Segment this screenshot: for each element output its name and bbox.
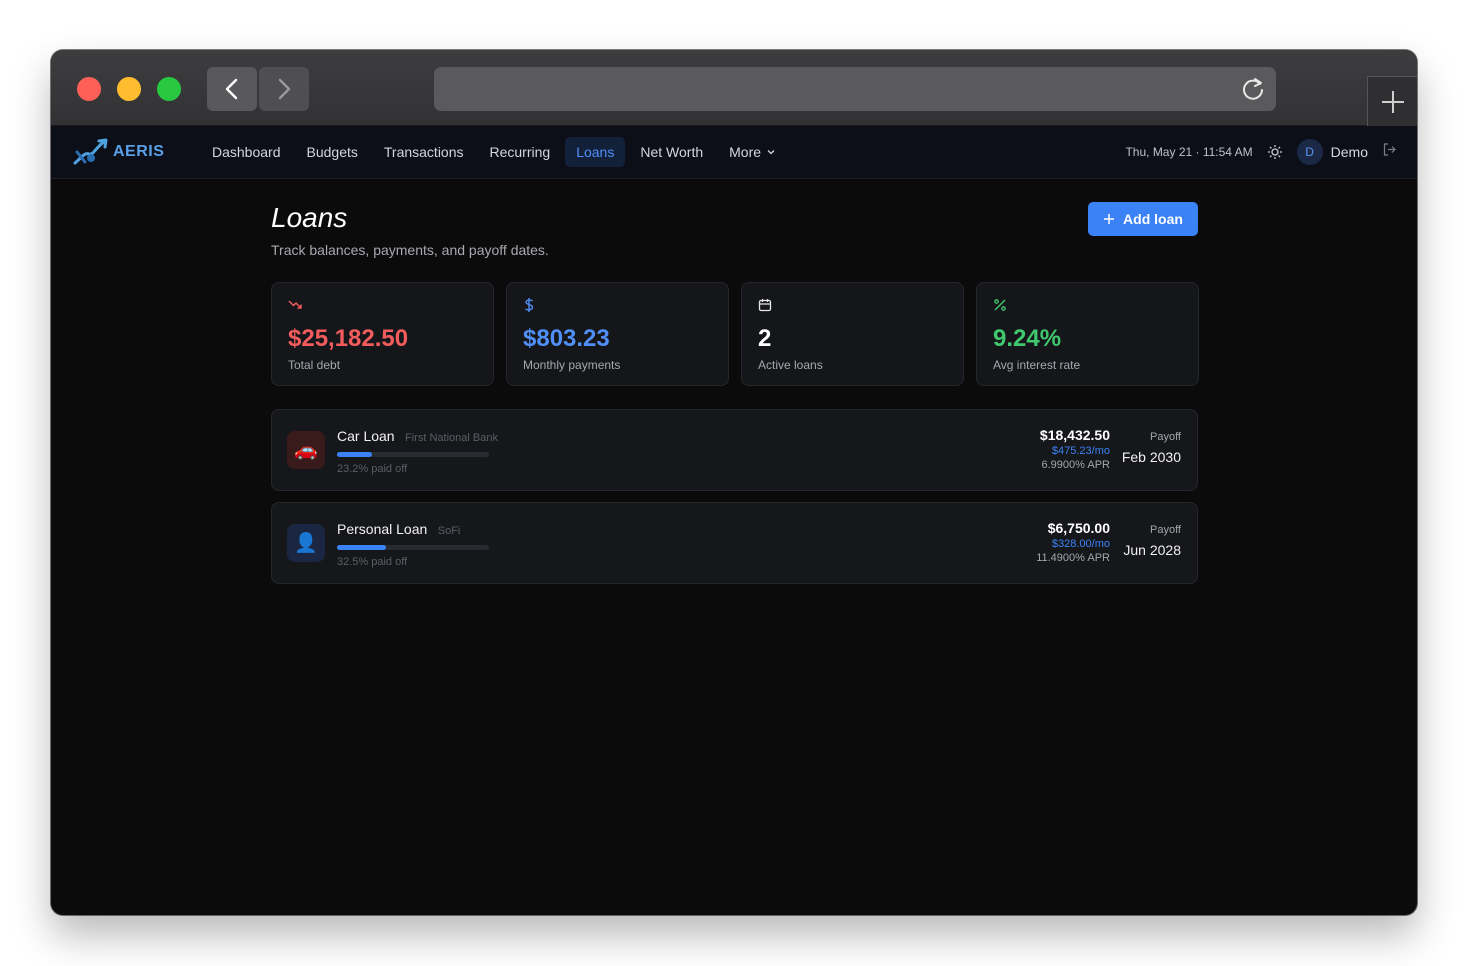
main-content: Loans Track balances, payments, and payo… bbox=[271, 202, 1199, 584]
stats-row: $25,182.50 Total debt $803.23 Monthly pa… bbox=[271, 282, 1199, 386]
trending-down-icon bbox=[288, 297, 477, 313]
loan-name: Personal Loan bbox=[337, 521, 428, 537]
brand-name: AERIS bbox=[113, 143, 165, 160]
user-area: Thu, May 21 · 11:54 AM D Demo bbox=[1125, 139, 1397, 165]
paid-off-text: 32.5% paid off bbox=[337, 556, 408, 568]
avg-interest-value: 9.24% bbox=[993, 325, 1062, 352]
minimize-window-button[interactable] bbox=[117, 77, 141, 101]
stat-card-avg-interest: 9.24% Avg interest rate bbox=[976, 282, 1199, 386]
nav-dashboard[interactable]: Dashboard bbox=[201, 137, 292, 167]
stat-card-monthly-payments: $803.23 Monthly payments bbox=[506, 282, 729, 386]
nav-transactions[interactable]: Transactions bbox=[373, 137, 475, 167]
loan-balance: $18,432.50 bbox=[1039, 427, 1110, 443]
add-loan-button[interactable]: Add loan bbox=[1088, 202, 1198, 236]
nav-recurring[interactable]: Recurring bbox=[479, 137, 562, 167]
browser-window: AERIS Dashboard Budgets Transactions Rec… bbox=[51, 50, 1417, 915]
total-debt-value: $25,182.50 bbox=[288, 325, 409, 352]
loan-info: Personal Loan SoFi 32.5% paid off bbox=[337, 521, 489, 568]
app-navbar: AERIS Dashboard Budgets Transactions Rec… bbox=[51, 126, 1417, 179]
loan-amounts: $18,432.50 $475.23/mo 6.9900% APR bbox=[1040, 427, 1110, 471]
loan-payoff: Payoff Feb 2030 bbox=[1122, 431, 1181, 465]
nav-budgets[interactable]: Budgets bbox=[296, 137, 369, 167]
sun-icon bbox=[1267, 145, 1282, 159]
username[interactable]: Demo bbox=[1331, 144, 1368, 160]
stat-card-total-debt: $25,182.50 Total debt bbox=[271, 282, 494, 386]
chevron-down-icon bbox=[767, 150, 775, 155]
monthly-payments-label: Monthly payments bbox=[523, 358, 621, 372]
loan-payoff: Payoff Jun 2028 bbox=[1123, 524, 1181, 558]
loan-lender: First National Bank bbox=[405, 432, 498, 444]
forward-button[interactable] bbox=[259, 67, 309, 111]
loan-card-personal-loan[interactable]: 👤 Personal Loan SoFi 32.5% paid off $6,7… bbox=[271, 502, 1198, 584]
payoff-label: Payoff bbox=[1150, 524, 1181, 536]
loan-amounts: $6,750.00 $328.00/mo 11.4900% APR bbox=[1036, 520, 1110, 564]
payoff-date: Feb 2030 bbox=[1121, 449, 1181, 465]
loan-lender: SoFi bbox=[437, 525, 461, 537]
browser-titlebar bbox=[51, 50, 1417, 126]
loan-info: Car Loan First National Bank 23.2% paid … bbox=[337, 428, 498, 475]
theme-toggle-button[interactable] bbox=[1267, 144, 1283, 160]
brand-logo[interactable]: AERIS bbox=[73, 138, 164, 166]
payoff-date: Jun 2028 bbox=[1123, 542, 1181, 558]
logout-icon bbox=[1383, 143, 1396, 156]
calendar-icon bbox=[758, 297, 947, 313]
avatar[interactable]: D bbox=[1296, 139, 1323, 165]
paid-off-text: 23.2% paid off bbox=[337, 463, 408, 475]
active-loans-label: Active loans bbox=[758, 358, 823, 372]
chevron-right-icon bbox=[278, 78, 291, 100]
loans-list: 🚗 Car Loan First National Bank 23.2% pai… bbox=[271, 409, 1198, 595]
loan-monthly-payment: $475.23/mo bbox=[1051, 445, 1110, 457]
loan-apr: 11.4900% APR bbox=[1036, 552, 1110, 564]
back-button[interactable] bbox=[207, 67, 257, 111]
loan-card-car-loan[interactable]: 🚗 Car Loan First National Bank 23.2% pai… bbox=[271, 409, 1198, 491]
active-loans-value: 2 bbox=[758, 325, 772, 352]
nav-loans[interactable]: Loans bbox=[565, 137, 626, 167]
current-datetime: Thu, May 21 · 11:54 AM bbox=[1125, 145, 1253, 159]
plus-icon bbox=[1104, 214, 1115, 224]
add-loan-label: Add loan bbox=[1123, 211, 1183, 227]
person-icon: 👤 bbox=[287, 524, 325, 562]
payoff-progress-fill bbox=[337, 452, 373, 457]
main-menu: Dashboard Budgets Transactions Recurring… bbox=[201, 137, 791, 167]
maximize-window-button[interactable] bbox=[157, 77, 181, 101]
monthly-payments-value: $803.23 bbox=[523, 325, 610, 352]
dollar-icon bbox=[523, 297, 712, 313]
chevron-left-icon bbox=[225, 78, 238, 100]
car-icon: 🚗 bbox=[287, 431, 325, 469]
page-title: Loans bbox=[271, 202, 348, 233]
payoff-progress-bar bbox=[337, 545, 489, 550]
nav-net-worth[interactable]: Net Worth bbox=[629, 137, 714, 167]
aeris-logo-icon bbox=[73, 138, 108, 165]
percent-icon bbox=[993, 297, 1182, 313]
plus-icon bbox=[1381, 90, 1404, 113]
page-subtitle: Track balances, payments, and payoff dat… bbox=[271, 242, 549, 258]
nav-more-label: More bbox=[729, 144, 762, 160]
new-tab-button[interactable] bbox=[1367, 76, 1417, 126]
loan-monthly-payment: $328.00/mo bbox=[1051, 538, 1110, 550]
payoff-label: Payoff bbox=[1150, 431, 1181, 443]
address-bar[interactable] bbox=[434, 67, 1276, 111]
payoff-progress-bar bbox=[337, 452, 489, 457]
total-debt-label: Total debt bbox=[288, 358, 341, 372]
avg-interest-label: Avg interest rate bbox=[993, 358, 1081, 372]
logout-button[interactable] bbox=[1382, 142, 1397, 162]
loan-balance: $6,750.00 bbox=[1047, 520, 1110, 536]
loan-name: Car Loan bbox=[337, 428, 395, 444]
stat-card-active-loans: 2 Active loans bbox=[741, 282, 964, 386]
payoff-progress-fill bbox=[337, 545, 387, 550]
loan-apr: 6.9900% APR bbox=[1041, 459, 1111, 471]
reload-icon[interactable] bbox=[1240, 76, 1266, 102]
nav-more[interactable]: More bbox=[718, 137, 787, 167]
close-window-button[interactable] bbox=[77, 77, 101, 101]
